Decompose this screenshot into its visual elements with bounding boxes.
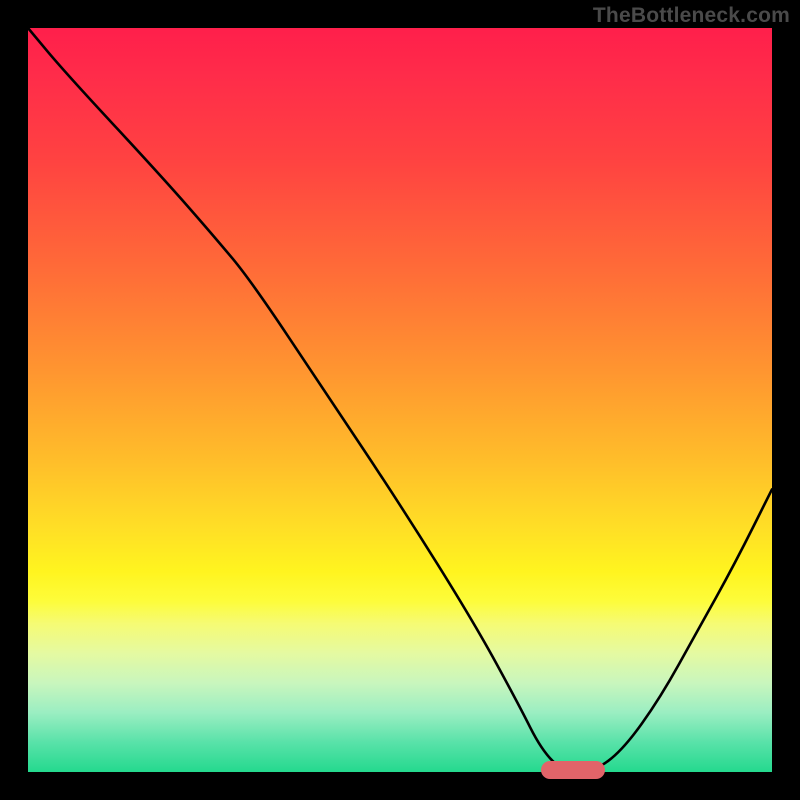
plot-area — [28, 28, 772, 772]
curve-path — [28, 28, 772, 772]
bottleneck-curve — [28, 28, 772, 772]
watermark-text: TheBottleneck.com — [593, 4, 790, 28]
chart-frame: TheBottleneck.com — [0, 0, 800, 800]
optimal-range-marker — [541, 761, 604, 779]
